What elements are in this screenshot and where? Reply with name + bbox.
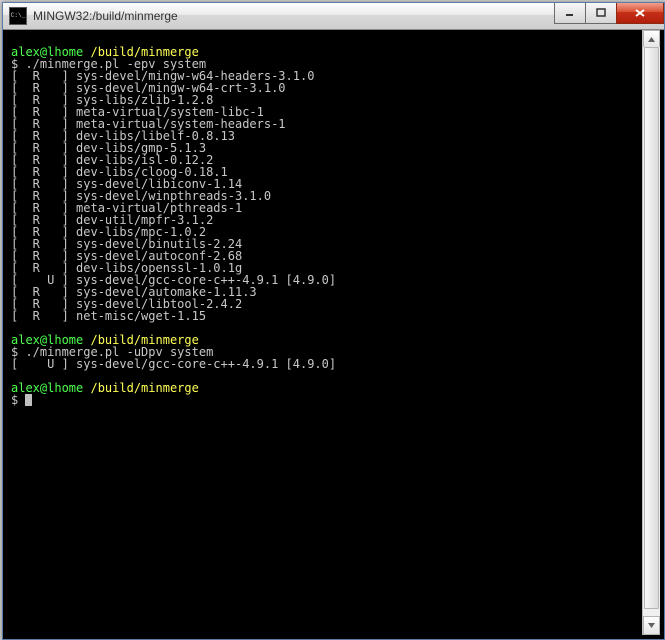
maximize-icon bbox=[596, 8, 606, 18]
window-title: MINGW32:/build/minmerge bbox=[33, 9, 178, 23]
scroll-down-button[interactable] bbox=[643, 616, 660, 635]
chevron-up-icon bbox=[647, 35, 656, 44]
scroll-thumb[interactable] bbox=[644, 47, 659, 609]
window-controls bbox=[555, 3, 664, 23]
terminal-output[interactable]: alex@lhome /build/minmerge $ ./minmerge.… bbox=[7, 30, 642, 635]
terminal-window: MINGW32:/build/minmerge alex@lhome /buil… bbox=[2, 2, 665, 640]
close-button[interactable] bbox=[616, 3, 664, 24]
client-area: alex@lhome /build/minmerge $ ./minmerge.… bbox=[7, 30, 660, 635]
minimize-icon bbox=[565, 8, 575, 18]
close-icon bbox=[634, 8, 646, 18]
maximize-button[interactable] bbox=[585, 3, 617, 24]
app-icon bbox=[9, 7, 27, 25]
titlebar[interactable]: MINGW32:/build/minmerge bbox=[3, 3, 664, 30]
vertical-scrollbar[interactable] bbox=[642, 30, 660, 635]
minimize-button[interactable] bbox=[554, 3, 586, 24]
chevron-down-icon bbox=[647, 621, 656, 630]
